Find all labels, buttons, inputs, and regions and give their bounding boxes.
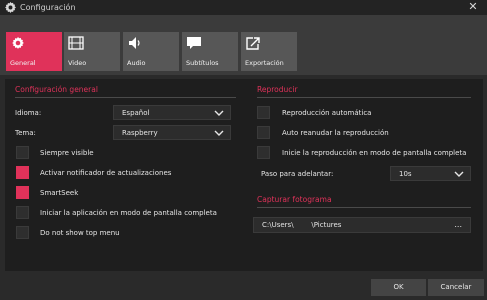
capture-path-field[interactable]: C:\Users\ \Pictures ... bbox=[253, 217, 471, 233]
checkbox-always-on-top[interactable] bbox=[16, 146, 29, 159]
checkbox-hide-top-menu[interactable] bbox=[16, 226, 29, 239]
chevron-down-icon bbox=[214, 110, 224, 116]
checkbox-playback-fullscreen[interactable] bbox=[257, 146, 270, 159]
option-label: Auto reanudar la reproducción bbox=[282, 129, 389, 137]
theme-select[interactable]: Raspberry bbox=[113, 125, 231, 140]
capture-path-value: C:\Users\ \Pictures bbox=[262, 221, 342, 229]
language-value: Español bbox=[122, 109, 150, 117]
section-title-general: Configuración general bbox=[15, 85, 98, 94]
option-label: Siempre visible bbox=[40, 149, 94, 157]
tab-video[interactable]: Video bbox=[64, 32, 120, 71]
checkbox-auto-resume[interactable] bbox=[257, 126, 270, 139]
film-icon bbox=[68, 36, 84, 50]
tab-label: General bbox=[10, 59, 36, 67]
language-label: Idioma: bbox=[15, 109, 42, 117]
option-label: Iniciar la aplicación en modo de pantall… bbox=[40, 209, 217, 217]
step-value: 10s bbox=[399, 170, 412, 178]
chevron-down-icon bbox=[214, 130, 224, 136]
tab-label: Exportación bbox=[245, 59, 284, 67]
tab-subtitles[interactable]: Subtítulos bbox=[182, 32, 238, 71]
checkbox-start-fullscreen[interactable] bbox=[16, 206, 29, 219]
ok-button[interactable]: OK bbox=[371, 279, 426, 296]
gear-icon bbox=[12, 36, 24, 49]
language-select[interactable]: Español bbox=[113, 105, 231, 120]
gear-icon bbox=[5, 1, 16, 13]
browse-button[interactable]: ... bbox=[454, 220, 462, 229]
option-label: Do not show top menu bbox=[40, 229, 120, 237]
section-title-capture: Capturar fotograma bbox=[257, 195, 332, 204]
divider bbox=[15, 97, 236, 98]
speech-bubble-icon bbox=[187, 37, 201, 49]
tab-label: Audio bbox=[127, 59, 146, 67]
checkbox-smartseek[interactable] bbox=[16, 186, 29, 199]
step-select[interactable]: 10s bbox=[390, 166, 471, 181]
close-icon[interactable]: ✕ bbox=[466, 0, 480, 14]
option-label: SmartSeek bbox=[40, 189, 79, 197]
window-title: Configuración bbox=[20, 3, 76, 12]
tab-audio[interactable]: Audio bbox=[123, 32, 179, 71]
speaker-icon bbox=[129, 37, 140, 49]
chevron-down-icon bbox=[454, 171, 464, 177]
tab-label: Subtítulos bbox=[186, 59, 219, 67]
tab-label: Video bbox=[68, 59, 87, 67]
option-label: Activar notificador de actualizaciones bbox=[40, 169, 172, 177]
divider bbox=[257, 207, 471, 208]
theme-value: Raspberry bbox=[122, 129, 158, 137]
option-label: Inicie la reproducción en modo de pantal… bbox=[282, 149, 467, 157]
option-label: Reproducción automática bbox=[282, 109, 372, 117]
tab-general[interactable]: General bbox=[6, 32, 62, 71]
export-icon bbox=[246, 37, 260, 50]
checkbox-update-notifier[interactable] bbox=[16, 166, 29, 179]
cancel-button[interactable]: Cancelar bbox=[428, 279, 484, 296]
section-title-playback: Reproducir bbox=[257, 85, 298, 94]
tab-export[interactable]: Exportación bbox=[241, 32, 297, 71]
checkbox-autoplay[interactable] bbox=[257, 106, 270, 119]
theme-label: Tema: bbox=[15, 129, 36, 137]
title-bar: Configuración ✕ bbox=[0, 0, 487, 15]
step-label: Paso para adelantar: bbox=[261, 170, 334, 178]
divider bbox=[257, 97, 471, 98]
